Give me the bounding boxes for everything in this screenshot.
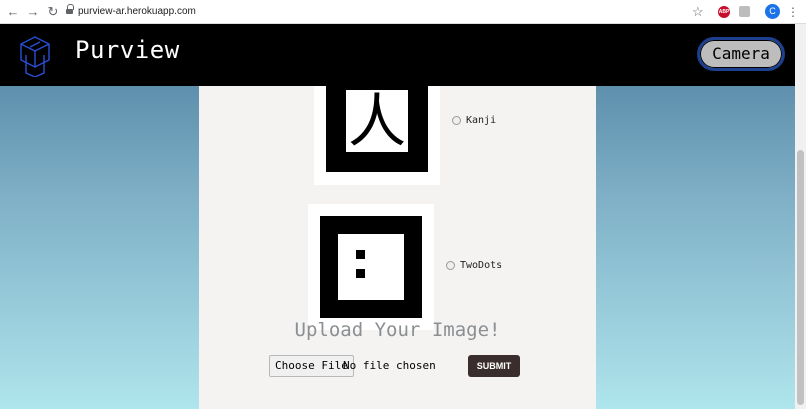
cube-logo-icon[interactable] [18,35,52,77]
site-header: Purview Camera [0,24,795,86]
star-icon[interactable]: ☆ [692,3,704,21]
scrollbar-thumb[interactable] [797,150,804,405]
address-bar[interactable]: purview-ar.herokuapp.com [78,4,196,20]
submit-button[interactable]: SUBMIT [468,355,520,377]
kanji-label: Kanji [466,115,497,126]
page-viewport: 人 Kanji TwoDots Purview Camera [0,24,795,409]
back-icon[interactable]: ← [4,3,22,21]
twodots-radio[interactable] [446,261,455,270]
twodots-marker-card [308,204,434,330]
brand-title[interactable]: Purview [75,36,180,64]
extension-icon[interactable] [739,6,750,17]
lock-icon[interactable] [66,4,74,16]
file-status-text: No file chosen [343,359,436,372]
kanji-glyph: 人 [347,87,406,155]
browser-toolbar: ← → ↻ purview-ar.herokuapp.com ☆ ABP C ⋮ [0,0,806,24]
marker-dot [356,269,365,278]
choose-file-button[interactable]: Choose File [269,355,354,377]
twodots-marker [320,216,422,318]
reload-icon[interactable]: ↻ [44,3,62,21]
kanji-radio[interactable] [452,116,461,125]
forward-icon[interactable]: → [24,3,42,21]
browser-menu-icon[interactable]: ⋮ [787,3,799,21]
twodots-label: TwoDots [460,260,503,271]
upload-title: Upload Your Image! [294,319,501,341]
profile-avatar[interactable]: C [765,4,780,19]
marker-dot [356,250,365,259]
camera-button[interactable]: Camera [697,37,785,71]
adblock-extension-icon[interactable]: ABP [718,6,730,18]
